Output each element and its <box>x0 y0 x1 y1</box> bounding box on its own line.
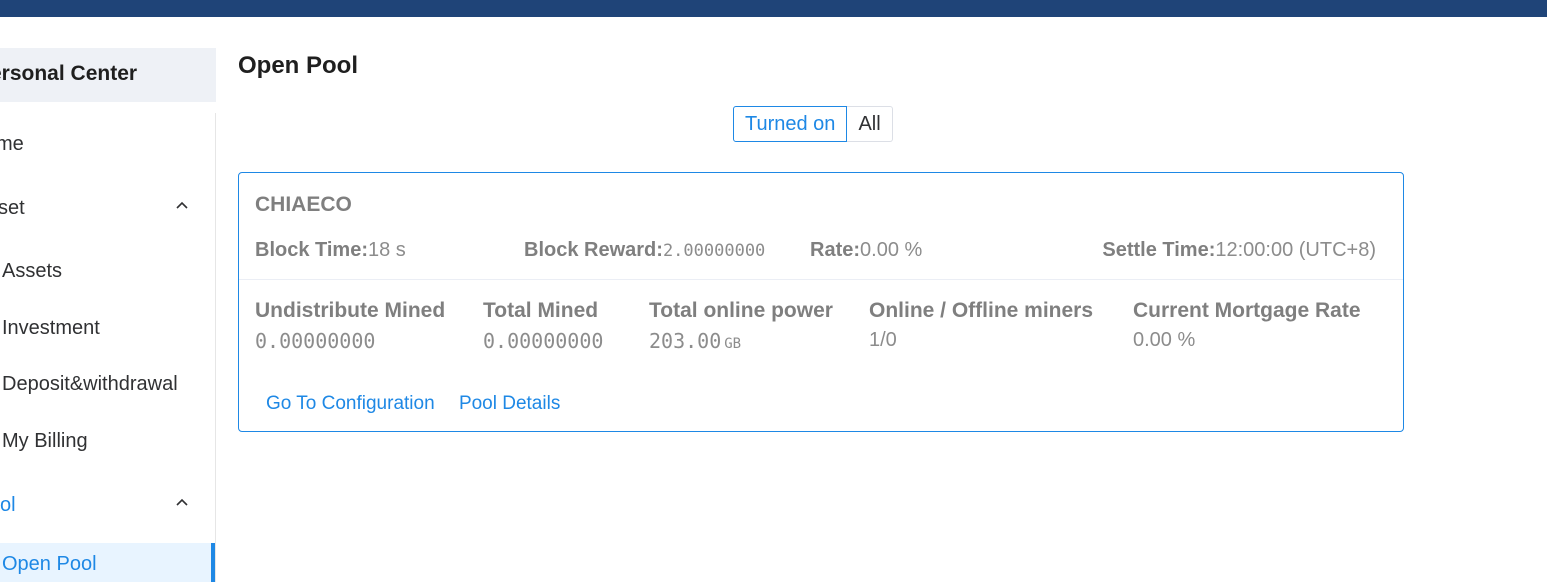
block-reward-label: Block Reward: <box>524 239 663 261</box>
rate: Rate:0.00 % <box>810 239 922 262</box>
stat-value: 0.00000000 <box>483 329 604 353</box>
rate-label: Rate: <box>810 239 861 261</box>
card-divider <box>239 279 1403 280</box>
stat-label: Current Mortgage Rate <box>1133 299 1361 322</box>
stat-value: 1/0 <box>869 329 897 351</box>
stat-unit: GB <box>724 336 742 352</box>
go-to-configuration-link[interactable]: Go To Configuration <box>266 393 435 414</box>
settle-time-value: 12:00:00 (UTC+8) <box>1215 239 1376 261</box>
block-reward-value: 2.00000000 <box>662 241 766 261</box>
sidebar-item-investment[interactable]: Investment <box>0 309 215 349</box>
toggle-turned-on[interactable]: Turned on <box>733 106 848 142</box>
sidebar-item-label: Open Pool <box>2 553 97 575</box>
block-reward: Block Reward:2.00000000 <box>524 239 765 262</box>
stat-total-online-power: Total online power 203.00 GB <box>649 299 833 353</box>
stat-value: 0.00000000 <box>255 329 376 353</box>
pool-card: CHIAECO Block Time:18 s Block Reward:2.0… <box>238 172 1404 432</box>
stat-value-wrap: 203.00 GB <box>649 329 833 353</box>
toggle-all[interactable]: All <box>847 106 893 142</box>
pool-summary-row: Block Time:18 s Block Reward:2.00000000 … <box>239 237 1403 267</box>
pool-details-link[interactable]: Pool Details <box>459 393 560 414</box>
card-links: Go To Configuration Pool Details <box>266 393 579 415</box>
chevron-up-icon <box>176 201 188 209</box>
stat-total-mined: Total Mined 0.00000000 <box>483 299 603 353</box>
sidebar-item-label: Deposit&withdrawal <box>2 373 178 395</box>
settle-time-label: Settle Time: <box>1102 239 1216 261</box>
stat-label: Total Mined <box>483 299 599 322</box>
block-time: Block Time:18 s <box>255 239 406 262</box>
sidebar: ersonal Center me set Assets Investment … <box>0 17 216 582</box>
rate-value: 0.00 % <box>860 239 923 261</box>
chevron-up-icon <box>176 498 188 506</box>
sidebar-header-title: ersonal Center <box>0 62 138 85</box>
stat-current-mortgage-rate: Current Mortgage Rate 0.00 % <box>1133 299 1361 352</box>
sidebar-group-pool[interactable]: ol <box>0 486 215 526</box>
stat-label: Undistribute Mined <box>255 299 446 322</box>
pool-name: CHIAECO <box>255 193 352 216</box>
sidebar-group-asset[interactable]: set <box>0 189 215 229</box>
stat-value: 0.00 % <box>1133 329 1196 351</box>
sidebar-item-label: me <box>0 133 24 155</box>
block-time-label: Block Time: <box>255 239 368 261</box>
sidebar-item-assets[interactable]: Assets <box>0 252 215 292</box>
page-title: Open Pool <box>238 52 358 79</box>
sidebar-item-home[interactable]: me <box>0 125 215 165</box>
sidebar-item-label: Assets <box>2 260 63 282</box>
sidebar-item-my-billing[interactable]: My Billing <box>0 422 215 462</box>
sidebar-item-label: Investment <box>2 317 100 339</box>
stat-label: Online / Offline miners <box>869 299 1094 322</box>
block-time-value: 18 s <box>368 239 406 261</box>
sidebar-header: ersonal Center <box>0 48 216 102</box>
sidebar-item-deposit-withdrawal[interactable]: Deposit&withdrawal <box>0 365 215 405</box>
sidebar-item-label: set <box>0 197 25 219</box>
sidebar-item-label: My Billing <box>2 430 88 452</box>
sidebar-item-label: ol <box>0 494 16 516</box>
settle-time: Settle Time:12:00:00 (UTC+8) <box>1102 239 1376 262</box>
pool-filter-toggle: Turned on All <box>733 106 893 142</box>
stat-label: Total online power <box>649 299 833 322</box>
stat-value: 203.00 <box>649 329 722 353</box>
stat-online-offline-miners: Online / Offline miners 1/0 <box>869 299 1093 352</box>
sidebar-item-open-pool[interactable]: Open Pool <box>0 543 215 582</box>
stat-undistribute-mined: Undistribute Mined 0.00000000 <box>255 299 445 353</box>
top-bar <box>0 0 1547 17</box>
sidebar-menu: me set Assets Investment Deposit&withdra… <box>0 113 216 582</box>
